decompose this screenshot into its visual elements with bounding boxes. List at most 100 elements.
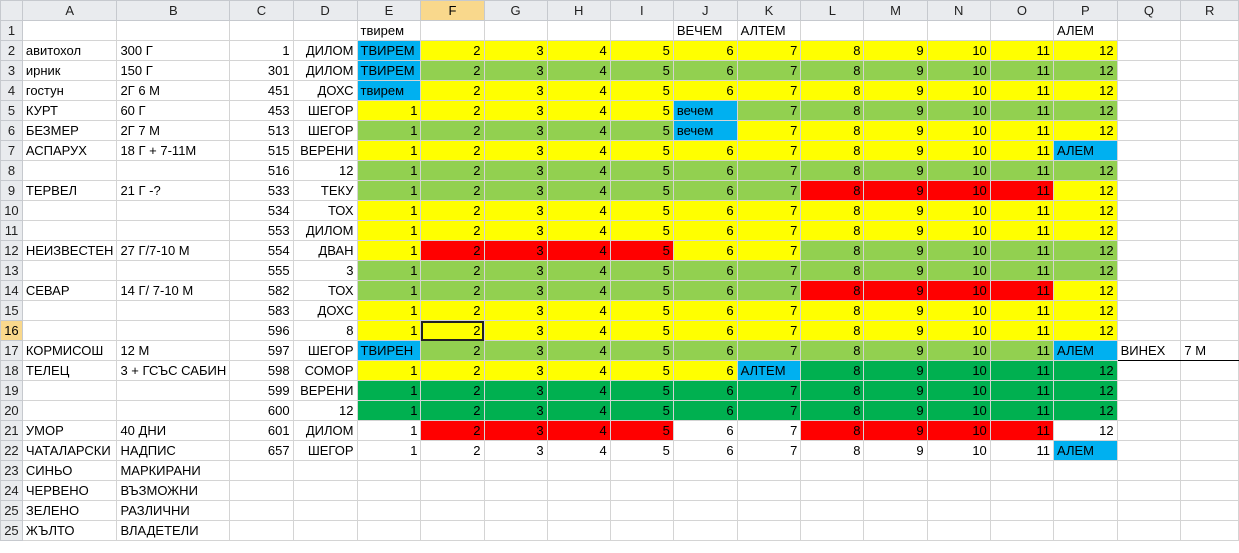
- cell-r[interactable]: [1180, 280, 1239, 301]
- cell-i[interactable]: [609, 480, 674, 501]
- cell-q[interactable]: [1116, 60, 1182, 81]
- cell-o[interactable]: 11: [989, 80, 1054, 101]
- cell-g[interactable]: 3: [483, 340, 548, 361]
- cell-i[interactable]: 5: [609, 400, 674, 421]
- row-header[interactable]: 3: [0, 60, 23, 81]
- cell-k[interactable]: 7: [736, 220, 802, 241]
- cell-r[interactable]: [1180, 120, 1239, 141]
- cell-q[interactable]: [1116, 360, 1182, 381]
- cell-name[interactable]: авитохол: [21, 40, 118, 61]
- cell-i[interactable]: 5: [609, 340, 674, 361]
- cell-h[interactable]: 4: [546, 320, 611, 341]
- cell-f[interactable]: [420, 480, 485, 501]
- cell-p[interactable]: 12: [1052, 100, 1118, 121]
- cell-number[interactable]: 555: [229, 260, 294, 281]
- column-header-h[interactable]: H: [546, 0, 611, 21]
- cell-cycle-word[interactable]: ТОХ: [292, 280, 358, 301]
- cell-f[interactable]: 2: [420, 320, 485, 341]
- cell-k[interactable]: 7: [736, 160, 802, 181]
- cell-e[interactable]: [356, 460, 422, 481]
- cell-p[interactable]: [1052, 520, 1118, 541]
- cell-l[interactable]: 8: [800, 340, 865, 361]
- cell-n[interactable]: 10: [926, 240, 991, 261]
- cell-o[interactable]: 11: [989, 40, 1054, 61]
- cell-m[interactable]: 9: [863, 80, 928, 101]
- column-header-j[interactable]: J: [672, 0, 738, 21]
- cell-l[interactable]: [800, 480, 865, 501]
- cell-g[interactable]: 3: [483, 240, 548, 261]
- cell-g[interactable]: 3: [483, 420, 548, 441]
- cell-o[interactable]: 11: [989, 320, 1054, 341]
- cell-o[interactable]: 11: [989, 140, 1054, 161]
- cell-h[interactable]: [546, 480, 611, 501]
- cell-k[interactable]: 7: [736, 180, 802, 201]
- cell-n[interactable]: 10: [926, 60, 991, 81]
- cell-p[interactable]: 12: [1052, 260, 1118, 281]
- cell-m[interactable]: 9: [863, 60, 928, 81]
- cell-n[interactable]: 10: [926, 260, 991, 281]
- cell-e[interactable]: 1: [356, 100, 422, 121]
- cell-name[interactable]: [21, 20, 118, 41]
- cell-cycle-word[interactable]: [292, 500, 358, 521]
- cell-f[interactable]: [420, 460, 485, 481]
- row-header[interactable]: 19: [0, 380, 23, 401]
- cell-name[interactable]: КУРТ: [21, 100, 118, 121]
- cell-o[interactable]: 11: [989, 200, 1054, 221]
- cell-cycle-word[interactable]: ДИЛОМ: [292, 60, 358, 81]
- cell-j[interactable]: [672, 480, 738, 501]
- cell-e[interactable]: [356, 500, 422, 521]
- cell-e[interactable]: ТВИРЕМ: [356, 40, 422, 61]
- cell-i[interactable]: [609, 520, 674, 541]
- cell-number[interactable]: 533: [229, 180, 294, 201]
- cell-name[interactable]: [21, 260, 118, 281]
- cell-n[interactable]: 10: [926, 120, 991, 141]
- cell-g[interactable]: 3: [483, 280, 548, 301]
- cell-m[interactable]: 9: [863, 100, 928, 121]
- cell-g[interactable]: 3: [483, 140, 548, 161]
- cell-k[interactable]: [736, 460, 802, 481]
- cell-period[interactable]: 2Г 7 М: [116, 120, 231, 141]
- cell-q[interactable]: [1116, 240, 1182, 261]
- cell-g[interactable]: [483, 520, 548, 541]
- cell-o[interactable]: 11: [989, 380, 1054, 401]
- cell-j[interactable]: вечем: [672, 120, 738, 141]
- column-header-m[interactable]: M: [863, 0, 928, 21]
- cell-cycle-word[interactable]: ШЕГОР: [292, 120, 358, 141]
- cell-m[interactable]: 9: [863, 280, 928, 301]
- cell-h[interactable]: 4: [546, 160, 611, 181]
- cell-e[interactable]: 1: [356, 440, 422, 461]
- cell-q[interactable]: [1116, 380, 1182, 401]
- cell-m[interactable]: 9: [863, 440, 928, 461]
- cell-cycle-word[interactable]: ДВАН: [292, 240, 358, 261]
- cell-f[interactable]: 2: [420, 420, 485, 441]
- cell-g[interactable]: 3: [483, 160, 548, 181]
- cell-name[interactable]: [21, 160, 118, 181]
- cell-o[interactable]: [989, 480, 1054, 501]
- cell-o[interactable]: 11: [989, 440, 1054, 461]
- cell-q[interactable]: [1116, 500, 1182, 521]
- cell-g[interactable]: 3: [483, 220, 548, 241]
- cell-n[interactable]: [926, 480, 991, 501]
- cell-r[interactable]: [1180, 380, 1239, 401]
- cell-e[interactable]: 1: [356, 300, 422, 321]
- cell-number[interactable]: 451: [229, 80, 294, 101]
- cell-p[interactable]: [1052, 480, 1118, 501]
- cell-k[interactable]: 7: [736, 400, 802, 421]
- cell-q[interactable]: [1116, 520, 1182, 541]
- cell-p[interactable]: 12: [1052, 420, 1118, 441]
- cell-cycle-word[interactable]: ДОХС: [292, 300, 358, 321]
- cell-k[interactable]: 7: [736, 60, 802, 81]
- cell-h[interactable]: 4: [546, 440, 611, 461]
- cell-n[interactable]: 10: [926, 220, 991, 241]
- cell-i[interactable]: 5: [609, 280, 674, 301]
- cell-name[interactable]: ирник: [21, 60, 118, 81]
- cell-l[interactable]: [800, 520, 865, 541]
- cell-p[interactable]: 12: [1052, 80, 1118, 101]
- row-header[interactable]: 9: [0, 180, 23, 201]
- cell-g[interactable]: 3: [483, 400, 548, 421]
- cell-q[interactable]: [1116, 260, 1182, 281]
- cell-h[interactable]: [546, 460, 611, 481]
- row-header[interactable]: 15: [0, 300, 23, 321]
- cell-n[interactable]: 10: [926, 160, 991, 181]
- cell-i[interactable]: 5: [609, 160, 674, 181]
